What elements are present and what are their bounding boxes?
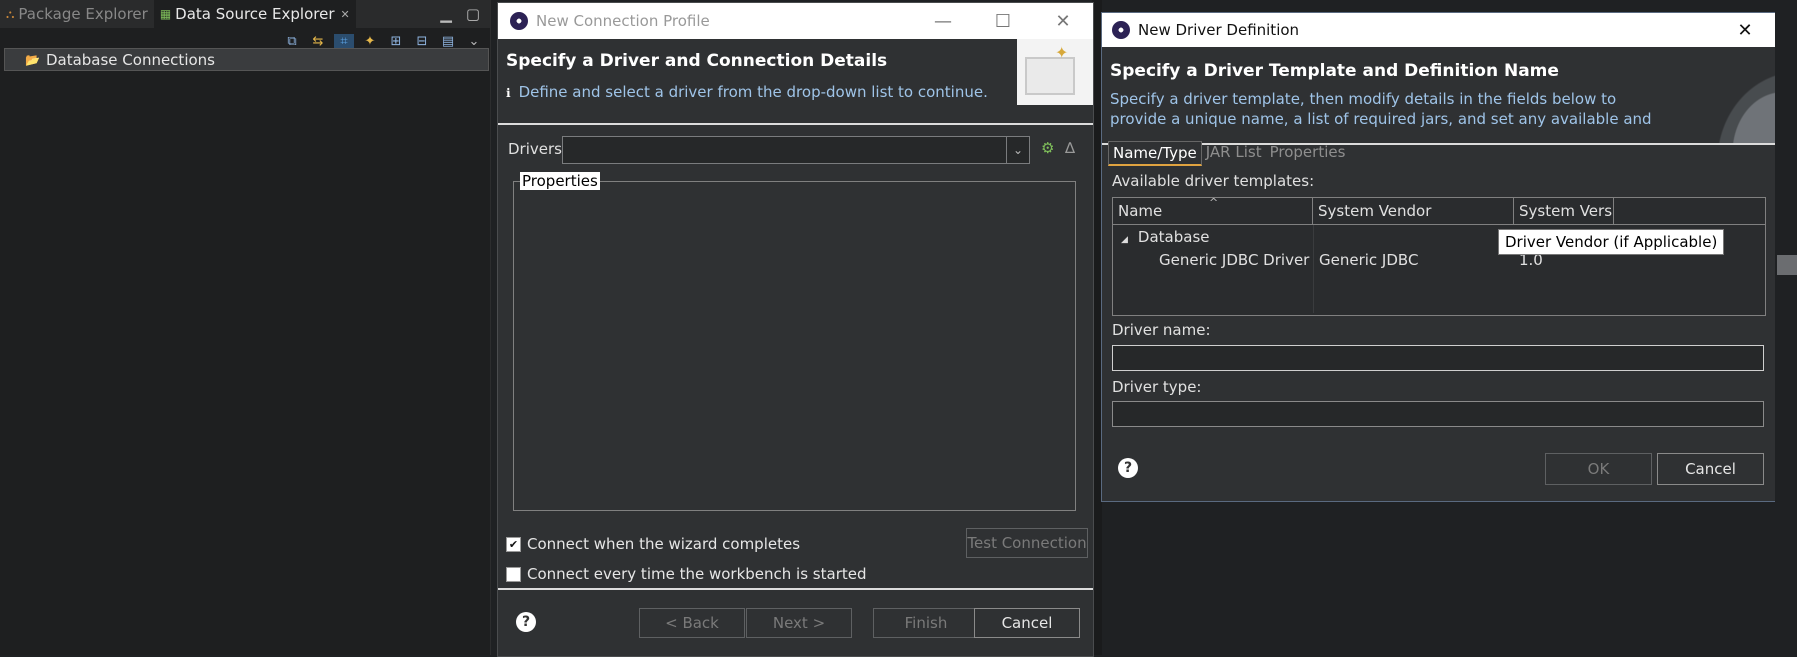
wizard-description: ℹ Define and select a driver from the dro… (506, 83, 988, 101)
properties-group-title: Properties (520, 172, 600, 190)
wizard-heading: Specify a Driver Template and Definition… (1110, 61, 1559, 81)
table-cell-vendor[interactable]: Generic JDBC (1319, 251, 1418, 269)
wizard-header: Specify a Driver Template and Definition… (1102, 47, 1775, 145)
wizard-heading: Specify a Driver and Connection Details (506, 51, 888, 71)
footer-separator (498, 588, 1093, 590)
table-header: Name ^ System Vendor System Versio (1113, 196, 1765, 225)
driver-templates-table[interactable]: Name ^ System Vendor System Versio ◢Data… (1112, 196, 1766, 316)
new-connection-icon[interactable]: ✦ (360, 34, 380, 49)
close-icon[interactable]: ✕ (340, 8, 349, 21)
column-header-version[interactable]: System Versio (1514, 198, 1614, 224)
properties-group (513, 181, 1076, 511)
help-icon[interactable]: ? (516, 612, 536, 632)
checkbox-label: Connect every time the workbench is star… (527, 565, 867, 583)
tree-item-database-connections[interactable]: 📂 Database Connections (4, 48, 489, 71)
minimize-icon[interactable]: — (913, 11, 973, 32)
close-icon[interactable]: ✕ (1715, 20, 1775, 41)
drivers-combo[interactable]: ⌄ (562, 136, 1030, 164)
datasource-icon: ▦ (159, 7, 172, 21)
wizard-header: Specify a Driver and Connection Details … (498, 39, 1093, 125)
column-divider (1313, 225, 1314, 313)
folder-icon: 📂 (25, 52, 40, 67)
link-icon[interactable]: ⇆ (308, 34, 328, 49)
eclipse-icon (510, 12, 528, 30)
column-tooltip: Driver Vendor (if Applicable) (1498, 229, 1725, 255)
driver-name-field[interactable] (1112, 345, 1764, 371)
checkbox-label: Connect when the wizard completes (527, 535, 801, 553)
wizard-banner-image (1695, 47, 1775, 143)
ok-button[interactable]: OK (1545, 453, 1652, 485)
background-workbench-edge (1775, 0, 1797, 655)
next-button[interactable]: Next > (746, 608, 852, 638)
driver-name-label: Driver name: (1112, 321, 1211, 339)
checkbox-unchecked[interactable] (506, 566, 521, 582)
background-scroll-thumb (1777, 255, 1797, 275)
view-tab-bar: ⛬ Package Explorer ▦ Data Source Explore… (0, 0, 490, 28)
column-header-name[interactable]: Name ^ (1113, 196, 1313, 224)
tab-data-source-explorer[interactable]: ▦ Data Source Explorer ✕ (153, 0, 356, 28)
test-connection-button[interactable]: Test Connection (966, 528, 1088, 558)
dialog-title: New Connection Profile (536, 12, 710, 30)
finish-button[interactable]: Finish (873, 608, 979, 638)
tab-package-explorer[interactable]: ⛬ Package Explorer (0, 0, 154, 28)
filter-icon[interactable]: ⌗ (334, 33, 354, 49)
wizard-description: Specify a driver template, then modify d… (1110, 90, 1652, 128)
wizard-banner-image: ✦ (1017, 39, 1093, 105)
chevron-down-icon[interactable]: ⌄ (464, 34, 484, 49)
sparkle-icon: ✦ (1055, 43, 1069, 62)
connect-on-complete-checkbox[interactable]: ✔ Connect when the wizard completes (506, 535, 800, 553)
new-driver-definition-dialog: New Driver Definition ✕ Specify a Driver… (1101, 12, 1776, 502)
tab-label: Package Explorer (18, 5, 148, 23)
driver-type-field[interactable] (1112, 401, 1764, 427)
driver-type-label: Driver type: (1112, 378, 1202, 396)
minimize-icon[interactable]: ▁ (440, 5, 452, 23)
close-icon[interactable]: ✕ (1033, 11, 1093, 32)
table-cell-name[interactable]: Generic JDBC Driver (1159, 251, 1309, 269)
column-header-vendor[interactable]: System Vendor (1313, 198, 1514, 224)
available-templates-label: Available driver templates: (1112, 172, 1315, 190)
drivers-label: Drivers: (508, 140, 568, 158)
export-icon[interactable]: ⊟ (412, 34, 432, 49)
import-icon[interactable]: ⊞ (386, 34, 406, 49)
tab-properties[interactable]: Properties (1266, 141, 1350, 166)
new-connection-profile-dialog: New Connection Profile — ☐ ✕ Specify a D… (497, 2, 1094, 657)
dialog-title: New Driver Definition (1138, 21, 1300, 39)
chevron-down-icon[interactable]: ⌄ (1006, 137, 1029, 163)
driver-tabs: Name/Type JAR List Properties (1108, 141, 1349, 166)
maximize-icon[interactable]: ▢ (466, 5, 480, 23)
eclipse-icon (1112, 21, 1130, 39)
checkbox-checked[interactable]: ✔ (506, 536, 521, 552)
view-menu-icon[interactable]: ▤ (438, 34, 458, 49)
connect-every-time-checkbox[interactable]: Connect every time the workbench is star… (506, 565, 867, 583)
tab-label: Data Source Explorer (175, 5, 335, 23)
info-icon: ℹ (506, 86, 511, 100)
edit-driver-icon[interactable]: ∆ (1065, 139, 1075, 157)
dialog-titlebar: New Driver Definition ✕ (1102, 13, 1775, 47)
back-button[interactable]: < Back (639, 608, 745, 638)
maximize-icon[interactable]: ☐ (973, 11, 1033, 32)
package-icon: ⛬ (6, 6, 15, 21)
collapse-all-icon[interactable]: ⧉ (282, 34, 302, 49)
data-source-explorer-view: ⛬ Package Explorer ▦ Data Source Explore… (0, 0, 491, 655)
dialog-titlebar: New Connection Profile — ☐ ✕ (498, 3, 1093, 39)
expand-triangle-icon[interactable]: ◢ (1121, 235, 1128, 245)
tab-jar-list[interactable]: JAR List (1202, 141, 1266, 166)
cancel-button[interactable]: Cancel (974, 608, 1080, 638)
sort-up-icon: ^ (1209, 196, 1219, 209)
cancel-button[interactable]: Cancel (1657, 453, 1764, 485)
new-driver-icon[interactable]: ⚙ (1041, 139, 1054, 157)
help-icon[interactable]: ? (1118, 458, 1138, 478)
tab-name-type[interactable]: Name/Type (1108, 141, 1202, 166)
table-row[interactable]: ◢ Database (1121, 228, 1210, 246)
tree-item-label: Database Connections (45, 50, 215, 69)
